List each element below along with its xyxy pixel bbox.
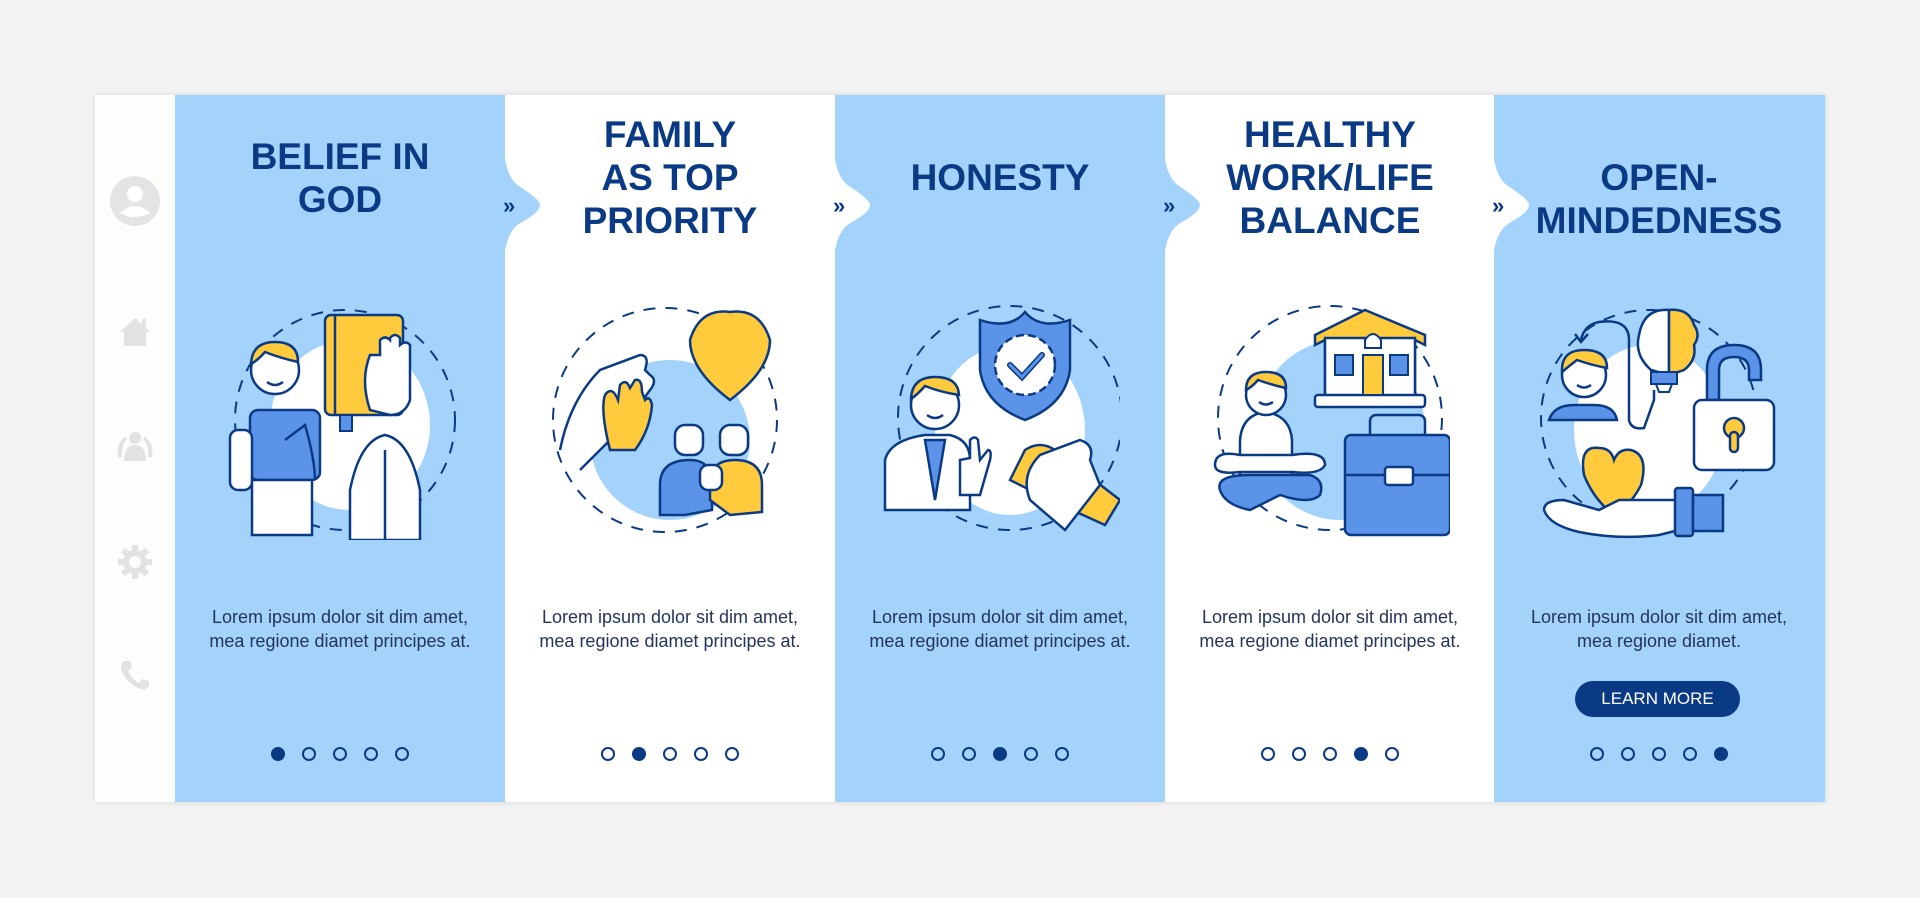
- pagination-dot[interactable]: [663, 747, 677, 761]
- sidebar: [95, 95, 175, 802]
- phone-icon[interactable]: [109, 649, 161, 701]
- title-line: OPEN-: [1600, 157, 1718, 198]
- panel-description: Lorem ipsum dolor sit dim amet, mea regi…: [539, 607, 801, 651]
- title-line: BALANCE: [1239, 200, 1421, 241]
- title-line: MINDEDNESS: [1535, 200, 1783, 241]
- panel-open-mindedness: OPEN- MINDEDNESS Lorem ipsum dolor sit d…: [1494, 95, 1825, 802]
- onboarding-screens: BELIEF IN GOD Lorem ipsum dolor sit dim …: [95, 95, 1825, 802]
- user-icon[interactable]: [109, 175, 161, 227]
- pagination-dot[interactable]: [694, 747, 708, 761]
- title-line: FAMILY: [603, 114, 737, 155]
- panel-description: Lorem ipsum dolor sit dim amet, mea regi…: [1530, 607, 1788, 651]
- learn-more-button[interactable]: LEARN MORE: [1575, 681, 1740, 717]
- title-line: AS TOP: [601, 157, 739, 198]
- pagination-dot[interactable]: [333, 747, 347, 761]
- title-line: BELIEF IN: [250, 136, 430, 177]
- pagination-dot[interactable]: [1590, 747, 1604, 761]
- panel-description: Lorem ipsum dolor sit dim amet, mea regi…: [869, 607, 1131, 651]
- next-arrow-icon[interactable]: »: [1163, 193, 1175, 219]
- pagination-dot[interactable]: [1354, 747, 1368, 761]
- title-line: HONESTY: [910, 157, 1090, 198]
- pagination-dot[interactable]: [993, 747, 1007, 761]
- panel-title: HONESTY: [835, 156, 1165, 199]
- pagination-dot[interactable]: [302, 747, 316, 761]
- pagination-dot[interactable]: [1323, 747, 1337, 761]
- pagination-dot[interactable]: [1385, 747, 1399, 761]
- pagination-dot[interactable]: [364, 747, 378, 761]
- group-icon[interactable]: [109, 420, 161, 472]
- open-mindedness-illustration: [1540, 308, 1776, 539]
- pagination-dot[interactable]: [395, 747, 409, 761]
- pagination-dots: [835, 747, 1165, 761]
- panel-title: OPEN- MINDEDNESS: [1494, 156, 1824, 242]
- pagination-dot[interactable]: [931, 747, 945, 761]
- pagination-dot[interactable]: [1621, 747, 1635, 761]
- panel-family-priority: FAMILY AS TOP PRIORITY Lorem ipsum dolor…: [505, 95, 835, 802]
- belief-illustration: [228, 309, 456, 540]
- panel-description: Lorem ipsum dolor sit dim amet, mea regi…: [209, 607, 471, 651]
- panel-title: BELIEF IN GOD: [175, 135, 505, 221]
- title-line: WORK/LIFE: [1226, 157, 1434, 198]
- work-life-illustration: [1213, 305, 1450, 537]
- pagination-dot[interactable]: [632, 747, 646, 761]
- title-line: PRIORITY: [582, 200, 758, 241]
- home-icon[interactable]: [109, 306, 161, 358]
- pagination-dot[interactable]: [601, 747, 615, 761]
- pagination-dots: [1494, 747, 1824, 761]
- pagination-dot[interactable]: [1024, 747, 1038, 761]
- pagination-dots: [505, 747, 835, 761]
- honesty-illustration: [883, 305, 1120, 532]
- pagination-dot[interactable]: [271, 747, 285, 761]
- panel-description: Lorem ipsum dolor sit dim amet, mea regi…: [1199, 607, 1461, 651]
- pagination-dot[interactable]: [1652, 747, 1666, 761]
- panel-title: FAMILY AS TOP PRIORITY: [505, 113, 835, 242]
- panel-title: HEALTHY WORK/LIFE BALANCE: [1165, 113, 1495, 242]
- family-illustration: [552, 307, 778, 533]
- next-arrow-icon[interactable]: »: [833, 193, 845, 219]
- pagination-dot[interactable]: [1292, 747, 1306, 761]
- pagination-dots: [175, 747, 505, 761]
- title-line: GOD: [297, 179, 383, 220]
- pagination-dot[interactable]: [962, 747, 976, 761]
- pagination-dot[interactable]: [725, 747, 739, 761]
- pagination-dot[interactable]: [1683, 747, 1697, 761]
- pagination-dots: [1165, 747, 1495, 761]
- pagination-dot[interactable]: [1714, 747, 1728, 761]
- panel-honesty: HONESTY Lorem ipsum dolor sit dim amet, …: [835, 95, 1165, 802]
- next-arrow-icon[interactable]: »: [503, 193, 515, 219]
- next-arrow-icon[interactable]: »: [1492, 193, 1504, 219]
- panel-belief-in-god: BELIEF IN GOD Lorem ipsum dolor sit dim …: [175, 95, 505, 802]
- panel-work-life-balance: HEALTHY WORK/LIFE BALANCE Lorem ipsum do…: [1165, 95, 1495, 802]
- pagination-dot[interactable]: [1261, 747, 1275, 761]
- gear-icon[interactable]: [109, 536, 161, 588]
- title-line: HEALTHY: [1244, 114, 1416, 155]
- pagination-dot[interactable]: [1055, 747, 1069, 761]
